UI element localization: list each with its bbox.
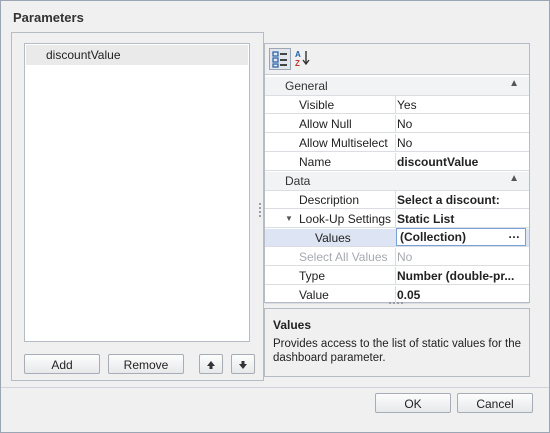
collapse-icon[interactable]: ▲ xyxy=(509,78,519,89)
move-down-button[interactable] xyxy=(231,354,255,374)
property-row-name[interactable]: Name discountValue xyxy=(265,153,529,171)
arrow-up-icon xyxy=(207,361,215,369)
property-value[interactable]: Number (double-pr... xyxy=(397,269,521,283)
property-value: (Collection) xyxy=(400,230,466,244)
add-button[interactable]: Add xyxy=(24,354,100,374)
sort-alphabetical-button[interactable]: A Z xyxy=(293,48,315,70)
property-row-values[interactable]: Values (Collection) … xyxy=(265,227,529,247)
property-value[interactable]: 0.05 xyxy=(397,288,521,302)
property-value[interactable]: discountValue xyxy=(397,155,521,169)
property-grid: A Z General ▲ Visible Yes Allow Null No xyxy=(264,43,530,304)
property-value[interactable]: No xyxy=(397,117,521,131)
property-row-select-all-values[interactable]: Select All Values No xyxy=(265,248,529,266)
description-text: Provides access to the list of static va… xyxy=(273,338,522,364)
property-row-visible[interactable]: Visible Yes xyxy=(265,96,529,114)
svg-text:Z: Z xyxy=(295,59,300,68)
property-value[interactable]: Static List xyxy=(397,212,521,226)
property-name: Description xyxy=(299,193,360,207)
property-row-description[interactable]: Description Select a discount: xyxy=(265,191,529,209)
arrow-down-icon xyxy=(239,361,247,369)
property-name: Select All Values xyxy=(299,250,388,264)
expand-icon[interactable]: ▼ xyxy=(285,214,293,223)
collapse-icon[interactable]: ▲ xyxy=(509,173,519,184)
categorized-button[interactable] xyxy=(269,48,291,70)
property-value[interactable]: No xyxy=(397,136,521,150)
sort-az-icon: A Z xyxy=(295,50,310,68)
svg-text:A: A xyxy=(295,50,301,59)
parameters-dialog: Parameters discountValue Add Remove A Z … xyxy=(0,0,550,433)
property-value[interactable]: Select a discount: xyxy=(397,193,521,207)
description-panel: Values Provides access to the list of st… xyxy=(264,308,530,377)
property-row-type[interactable]: Type Number (double-pr... xyxy=(265,267,529,285)
dialog-title: Parameters xyxy=(13,10,84,25)
property-value[interactable]: Yes xyxy=(397,98,521,112)
vertical-splitter[interactable] xyxy=(258,201,262,219)
property-name: Type xyxy=(299,269,326,283)
move-up-button[interactable] xyxy=(199,354,223,374)
cancel-button[interactable]: Cancel xyxy=(457,393,533,413)
collection-editor[interactable]: (Collection) … xyxy=(396,227,526,246)
property-name: Visible xyxy=(299,98,335,112)
horizontal-splitter[interactable] xyxy=(389,302,405,305)
property-row-look-up-settings[interactable]: ▼ Look-Up Settings Static List xyxy=(265,210,529,228)
footer-divider xyxy=(1,387,549,388)
ok-button[interactable]: OK xyxy=(375,393,451,413)
property-name: Name xyxy=(299,155,332,169)
category-label: Data xyxy=(285,174,311,188)
property-name: Value xyxy=(299,288,329,302)
property-grid-toolbar: A Z xyxy=(265,44,529,75)
property-value: No xyxy=(397,250,413,264)
category-general[interactable]: General ▲ xyxy=(265,77,529,96)
property-name: Look-Up Settings xyxy=(299,212,392,226)
parameter-name: discountValue xyxy=(46,48,121,62)
parameter-list[interactable]: discountValue xyxy=(24,43,250,342)
property-row-allow-multiselect[interactable]: Allow Multiselect No xyxy=(265,134,529,152)
description-title: Values xyxy=(273,318,312,332)
property-row-allow-null[interactable]: Allow Null No xyxy=(265,115,529,133)
categorized-icon xyxy=(272,51,287,68)
title-bar: Parameters xyxy=(1,1,549,35)
property-name: Allow Null xyxy=(299,117,352,131)
property-name: Allow Multiselect xyxy=(299,136,388,150)
list-item[interactable]: discountValue xyxy=(26,45,248,65)
parameters-panel: discountValue Add Remove xyxy=(11,32,264,381)
category-data[interactable]: Data ▲ xyxy=(265,172,529,191)
category-label: General xyxy=(285,79,328,93)
ellipsis-button[interactable]: … xyxy=(508,227,521,241)
remove-button[interactable]: Remove xyxy=(108,354,184,374)
